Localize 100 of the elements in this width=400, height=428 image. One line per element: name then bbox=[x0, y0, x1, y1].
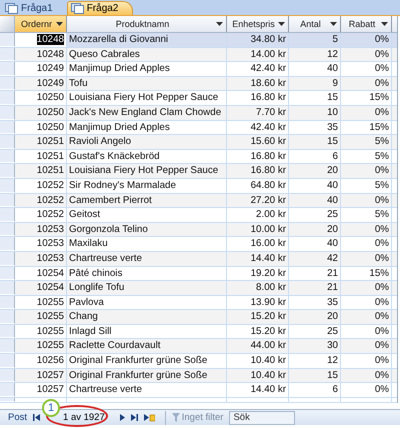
record-selector[interactable] bbox=[0, 281, 15, 295]
table-cell: 10248 bbox=[15, 48, 67, 62]
table-cell: 9 bbox=[289, 76, 341, 90]
record-selector[interactable] bbox=[0, 135, 15, 149]
column-header[interactable]: Enhetspris bbox=[227, 16, 289, 32]
table-cell: 10250 bbox=[15, 106, 67, 120]
table-cell: 10255 bbox=[15, 310, 67, 324]
record-selector[interactable] bbox=[0, 76, 15, 90]
next-record-icon[interactable] bbox=[120, 414, 125, 421]
table-cell: 10253 bbox=[15, 237, 67, 251]
query-tab[interactable]: Fråga2 bbox=[66, 1, 134, 15]
table-cell: 10255 bbox=[15, 296, 67, 310]
table-cell: 0% bbox=[341, 339, 392, 354]
table-cell: 10252 bbox=[15, 194, 67, 208]
dropdown-arrow-icon[interactable] bbox=[216, 22, 223, 26]
dropdown-arrow-icon[interactable] bbox=[330, 22, 337, 26]
dropdown-arrow-icon[interactable] bbox=[381, 22, 388, 26]
table-cell: 10 bbox=[289, 106, 341, 120]
column-header[interactable]: Ordernr bbox=[15, 16, 67, 32]
search-field[interactable]: Sök bbox=[229, 410, 296, 424]
record-selector[interactable] bbox=[0, 164, 15, 178]
record-selector[interactable] bbox=[0, 120, 15, 134]
record-number-field[interactable]: 1 av 1927 bbox=[60, 412, 108, 423]
first-record-icon[interactable] bbox=[33, 414, 40, 421]
table-cell: Geitost bbox=[67, 208, 227, 222]
record-selector[interactable] bbox=[0, 106, 15, 120]
table-cell: 10251 bbox=[15, 164, 67, 178]
record-selector[interactable] bbox=[0, 208, 15, 222]
record-selector[interactable] bbox=[0, 222, 15, 236]
table-cell: 16.80 kr bbox=[227, 164, 289, 178]
table-cell: 15% bbox=[341, 266, 392, 280]
table-cell: 10.00 kr bbox=[227, 222, 289, 236]
table-cell: 20 bbox=[289, 164, 341, 178]
table-cell: 14.40 kr bbox=[227, 252, 289, 266]
table-cell: 5% bbox=[341, 150, 392, 164]
table-cell: 34.80 kr bbox=[227, 33, 289, 47]
table-cell: 0% bbox=[341, 310, 392, 324]
table-cell: 40 bbox=[289, 178, 341, 193]
table-cell: 35 bbox=[289, 296, 341, 310]
table-cell: 10257 bbox=[15, 368, 67, 382]
table-cell: 6 bbox=[289, 150, 341, 164]
column-header[interactable]: Produktnamn bbox=[67, 16, 227, 32]
table-cell: 0% bbox=[341, 383, 392, 397]
table-cell: 21 bbox=[289, 266, 341, 280]
table-cell: 10257 bbox=[15, 383, 67, 397]
table-cell: 10249 bbox=[15, 76, 67, 90]
record-selector[interactable] bbox=[0, 266, 15, 280]
table-cell: 10251 bbox=[15, 150, 67, 164]
table-cell: 2.00 kr bbox=[227, 208, 289, 222]
dropdown-arrow-icon[interactable] bbox=[56, 22, 63, 26]
record-selector[interactable] bbox=[0, 33, 15, 47]
table-cell: 10250 bbox=[15, 120, 67, 134]
record-selector[interactable] bbox=[0, 48, 15, 62]
table-cell: 10250 bbox=[15, 91, 67, 105]
column-header[interactable]: Antal bbox=[289, 16, 341, 32]
table-cell: Louisiana Fiery Hot Pepper Sauce bbox=[67, 91, 227, 105]
record-selector[interactable] bbox=[0, 368, 15, 382]
table-cell: 0% bbox=[341, 252, 392, 266]
table-cell: 15% bbox=[341, 91, 392, 105]
table-cell: 15.60 kr bbox=[227, 135, 289, 149]
table-cell: 10253 bbox=[15, 252, 67, 266]
select-all-button[interactable] bbox=[0, 16, 15, 32]
record-selector[interactable] bbox=[0, 150, 15, 164]
table-cell: Ravioli Angelo bbox=[67, 135, 227, 149]
table-cell: 12 bbox=[289, 48, 341, 62]
record-selector[interactable] bbox=[0, 237, 15, 251]
table-cell: 10256 bbox=[15, 354, 67, 368]
table-cell: 0% bbox=[341, 164, 392, 178]
query-tab[interactable]: Fråga1 bbox=[2, 2, 67, 15]
table-cell: 42.40 kr bbox=[227, 120, 289, 134]
record-selector[interactable] bbox=[0, 296, 15, 310]
table-cell: 64.80 kr bbox=[227, 178, 289, 193]
record-selector[interactable] bbox=[0, 354, 15, 368]
record-selector[interactable] bbox=[0, 324, 15, 338]
last-record-icon[interactable] bbox=[130, 414, 138, 421]
table-cell: 10.40 kr bbox=[227, 368, 289, 382]
table-cell: 35 bbox=[289, 120, 341, 134]
table-cell: Mozzarella di Giovanni bbox=[67, 33, 227, 47]
record-selector[interactable] bbox=[0, 91, 15, 105]
record-selector[interactable] bbox=[0, 252, 15, 266]
record-selector[interactable] bbox=[0, 383, 15, 397]
record-selector[interactable] bbox=[0, 178, 15, 193]
table-cell: 0% bbox=[341, 48, 392, 62]
dropdown-arrow-icon[interactable] bbox=[278, 22, 285, 26]
table-cell: 15 bbox=[289, 91, 341, 105]
table-cell: 10248 bbox=[15, 33, 67, 47]
table-cell: 30 bbox=[289, 339, 341, 354]
record-selector[interactable] bbox=[0, 339, 15, 354]
new-record-icon[interactable] bbox=[144, 414, 155, 422]
record-selector[interactable] bbox=[0, 194, 15, 208]
column-header[interactable]: Rabatt bbox=[341, 16, 392, 32]
table-cell: 5% bbox=[341, 178, 392, 193]
callout-number: 1 bbox=[42, 399, 60, 417]
table-cell: 15% bbox=[341, 120, 392, 134]
table-cell: 12 bbox=[289, 354, 341, 368]
table-cell: 0% bbox=[341, 354, 392, 368]
table-cell: 15 bbox=[289, 135, 341, 149]
record-selector[interactable] bbox=[0, 310, 15, 324]
table-cell: Camembert Pierrot bbox=[67, 194, 227, 208]
record-selector[interactable] bbox=[0, 62, 15, 76]
